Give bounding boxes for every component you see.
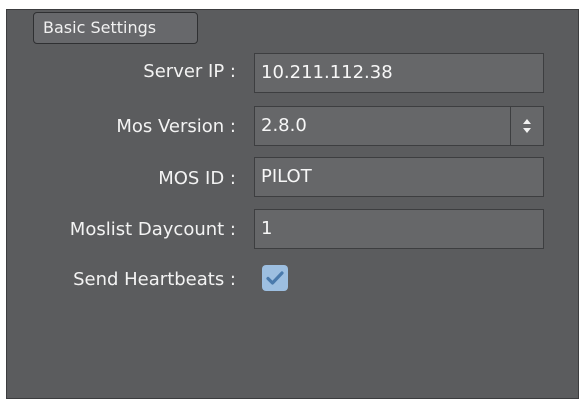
send-heartbeats-label: Send Heartbeats : — [73, 269, 236, 290]
updown-spinner-icon — [523, 119, 531, 133]
server-ip-input[interactable]: 10.211.112.38 — [254, 53, 544, 93]
checkmark-icon — [266, 271, 284, 285]
mos-id-input[interactable]: PILOT — [254, 157, 544, 197]
mos-version-value: 2.8.0 — [261, 115, 307, 136]
basic-settings-tab[interactable]: Basic Settings — [33, 12, 198, 44]
mos-version-select[interactable]: 2.8.0 — [254, 106, 544, 146]
send-heartbeats-checkbox[interactable] — [262, 265, 288, 291]
mos-version-label: Mos Version : — [116, 116, 236, 137]
server-ip-label: Server IP : — [143, 61, 236, 82]
mos-id-label: MOS ID : — [158, 168, 236, 189]
mos-version-spinner[interactable] — [510, 107, 543, 145]
moslist-daycount-label: Moslist Daycount : — [69, 219, 236, 240]
moslist-daycount-input[interactable]: 1 — [254, 209, 544, 249]
